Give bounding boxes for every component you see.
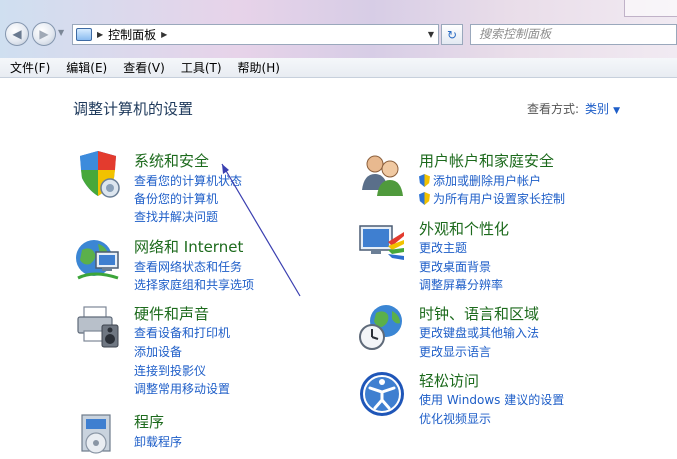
menu-view[interactable]: 查看(V) [115, 59, 173, 76]
breadcrumb-control-panel[interactable]: 控制面板 [108, 26, 156, 43]
refresh-icon: ↻ [446, 27, 458, 42]
refresh-button[interactable]: ↻ [441, 24, 463, 45]
menu-file[interactable]: 文件(F) [0, 59, 58, 76]
back-button[interactable]: ◀ [5, 22, 29, 46]
breadcrumb-arrow-icon[interactable]: ▶ [97, 30, 103, 39]
menu-tools[interactable]: 工具(T) [173, 59, 230, 76]
search-input[interactable]: 搜索控制面板 [470, 24, 677, 45]
control-panel-icon [76, 28, 92, 41]
main-content: 调整计算机的设置 查看方式: 类别 ▼ 系统和安全 查看您的计算机状态 备份您的计算… [0, 78, 677, 454]
recent-pages-dropdown-icon[interactable]: ▼ [58, 28, 64, 37]
address-dropdown-icon[interactable]: ▼ [428, 30, 434, 39]
address-bar[interactable]: ▶ 控制面板 ▶ ▼ [72, 24, 439, 45]
back-arrow-icon: ◀ [12, 27, 22, 41]
breadcrumb-arrow-icon[interactable]: ▶ [161, 30, 167, 39]
title-bar: ◀ ▶ ▼ ▶ 控制面板 ▶ ▼ ↻ 搜索控制面板 [0, 0, 677, 58]
forward-button[interactable]: ▶ [32, 22, 56, 46]
annotation-arrow [221, 163, 301, 297]
menu-edit[interactable]: 编辑(E) [58, 59, 115, 76]
window-controls-area [624, 0, 677, 17]
menu-bar: 文件(F) 编辑(E) 查看(V) 工具(T) 帮助(H) [0, 58, 677, 78]
forward-arrow-icon: ▶ [39, 27, 49, 41]
menu-help[interactable]: 帮助(H) [230, 59, 288, 76]
